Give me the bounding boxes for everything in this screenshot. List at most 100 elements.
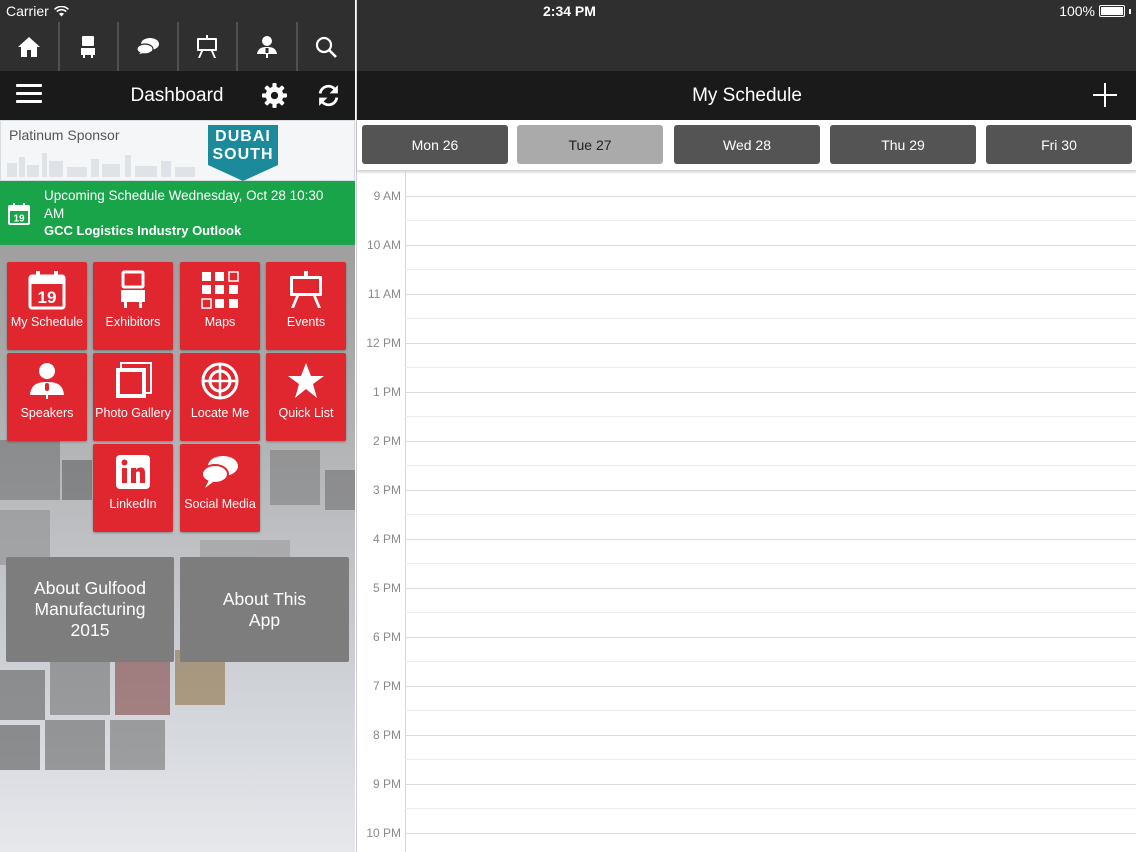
svg-text:19: 19 [13, 214, 25, 225]
about-app-button[interactable]: About This App [180, 557, 349, 662]
dashboard-panel: Carrier Dashboard Platinum Sponsor DUBAI… [0, 0, 355, 852]
status-time: 2:34 PM [543, 3, 596, 19]
half-hour-line [405, 220, 1136, 221]
about-event-button[interactable]: About Gulfood Manufacturing 2015 [6, 557, 174, 662]
schedule-header: My Schedule [357, 71, 1136, 120]
hour-label: 6 PM [372, 630, 401, 644]
sponsor-banner[interactable]: Platinum Sponsor DUBAI SOUTH [0, 120, 355, 181]
top-toolbar-blank [357, 22, 1136, 71]
tile-linkedin[interactable]: LinkedIn [93, 444, 173, 532]
tile-label: Locate Me [190, 406, 250, 420]
linkedin-icon [116, 455, 150, 489]
tile-maps[interactable]: Maps [180, 262, 260, 350]
half-hour-line [405, 367, 1136, 368]
hour-line [405, 392, 1136, 393]
day-tab-tue[interactable]: Tue 27 [517, 125, 663, 164]
status-bar: Carrier [0, 0, 355, 22]
day-tab-thu[interactable]: Thu 29 [830, 125, 976, 164]
status-bar-right: 2:34 PM 100% [357, 0, 1136, 22]
calendar-icon: 19 [8, 203, 30, 225]
tile-exhibitors[interactable]: Exhibitors [93, 262, 173, 350]
tile-photo-gallery[interactable]: Photo Gallery [93, 353, 173, 441]
half-hour-line [405, 563, 1136, 564]
battery-icon [1099, 5, 1125, 17]
home-button[interactable] [0, 22, 60, 71]
upcoming-schedule-text: Upcoming Schedule Wednesday, Oct 28 10:3… [44, 188, 324, 221]
dubai-south-logo: DUBAI SOUTH [208, 125, 278, 181]
hour-line [405, 294, 1136, 295]
hour-label: 11 AM [367, 287, 401, 301]
speaker-icon [30, 363, 64, 399]
hour-line [405, 686, 1136, 687]
hour-line [405, 245, 1136, 246]
easel-icon [197, 34, 218, 58]
battery-percent: 100% [1059, 3, 1095, 19]
chat-bubbles-icon [136, 37, 159, 55]
photo-icon [116, 362, 152, 398]
half-hour-line [405, 269, 1136, 270]
hour-line [405, 343, 1136, 344]
hamburger-menu-icon[interactable] [16, 84, 42, 106]
hour-label: 7 PM [372, 679, 401, 693]
hour-label: 9 PM [372, 777, 401, 791]
easel-icon [290, 271, 322, 308]
tile-social-media[interactable]: Social Media [180, 444, 260, 532]
map-grid-icon [201, 271, 239, 309]
tile-my-schedule[interactable]: 19 My Schedule [7, 262, 87, 350]
tile-label: My Schedule [10, 315, 84, 329]
hour-line [405, 196, 1136, 197]
about-app-label: About This App [222, 588, 307, 630]
social-button[interactable] [119, 22, 179, 71]
wifi-icon [53, 5, 69, 16]
hour-label: 3 PM [372, 483, 401, 497]
hour-label: 10 AM [366, 238, 401, 252]
half-hour-line [405, 759, 1136, 760]
half-hour-line [405, 514, 1136, 515]
hour-line [405, 735, 1136, 736]
tile-label: Speakers [20, 406, 74, 420]
about-event-label: About Gulfood Manufacturing 2015 [34, 578, 146, 640]
booth-icon [121, 270, 145, 308]
events-button[interactable] [179, 22, 238, 71]
search-button[interactable] [298, 22, 356, 71]
exhibitor-booth-icon [81, 35, 96, 58]
hour-label: 10 PM [366, 826, 401, 840]
hour-label: 2 PM [372, 434, 401, 448]
day-tab-wed[interactable]: Wed 28 [674, 125, 820, 164]
speaker-icon [256, 35, 277, 58]
tile-quick-list[interactable]: Quick List [266, 353, 346, 441]
schedule-title: My Schedule [692, 85, 802, 106]
hour-grid[interactable]: 9 AM 10 AM 11 AM 12 PM 1 PM 2 PM 3 PM 4 PM 5 PM 6… [357, 172, 1136, 852]
exhibitors-button[interactable] [60, 22, 119, 71]
tile-speakers[interactable]: Speakers [7, 353, 87, 441]
hour-label: 4 PM [372, 532, 401, 546]
tile-label: Exhibitors [105, 315, 161, 329]
tile-label: Events [286, 315, 326, 329]
day-tab-mon[interactable]: Mon 26 [362, 125, 508, 164]
skyline-graphic [7, 153, 195, 177]
hour-label: 1 PM [372, 385, 401, 399]
refresh-icon[interactable] [316, 83, 341, 108]
upcoming-session-title: GCC Logistics Industry Outlook [44, 223, 242, 238]
tile-locate-me[interactable]: Locate Me [180, 353, 260, 441]
hour-line [405, 490, 1136, 491]
search-icon [316, 36, 338, 58]
add-icon[interactable] [1093, 83, 1117, 107]
tile-label: Quick List [278, 406, 334, 420]
half-hour-line [405, 710, 1136, 711]
target-icon [201, 362, 239, 400]
hour-line [405, 441, 1136, 442]
upcoming-schedule-banner[interactable]: 19 Upcoming Schedule Wednesday, Oct 28 1… [0, 181, 355, 245]
day-tab-fri[interactable]: Fri 30 [986, 125, 1132, 164]
hour-line [405, 637, 1136, 638]
sponsor-label: Platinum Sponsor [9, 127, 120, 143]
hour-line [405, 784, 1136, 785]
tile-label: Photo Gallery [95, 406, 171, 420]
svg-text:19: 19 [38, 288, 57, 307]
half-hour-line [405, 318, 1136, 319]
gear-icon[interactable] [262, 83, 287, 108]
dashboard-header: Dashboard [0, 71, 355, 120]
tile-events[interactable]: Events [266, 262, 346, 350]
speakers-button[interactable] [238, 22, 298, 71]
half-hour-line [405, 612, 1136, 613]
